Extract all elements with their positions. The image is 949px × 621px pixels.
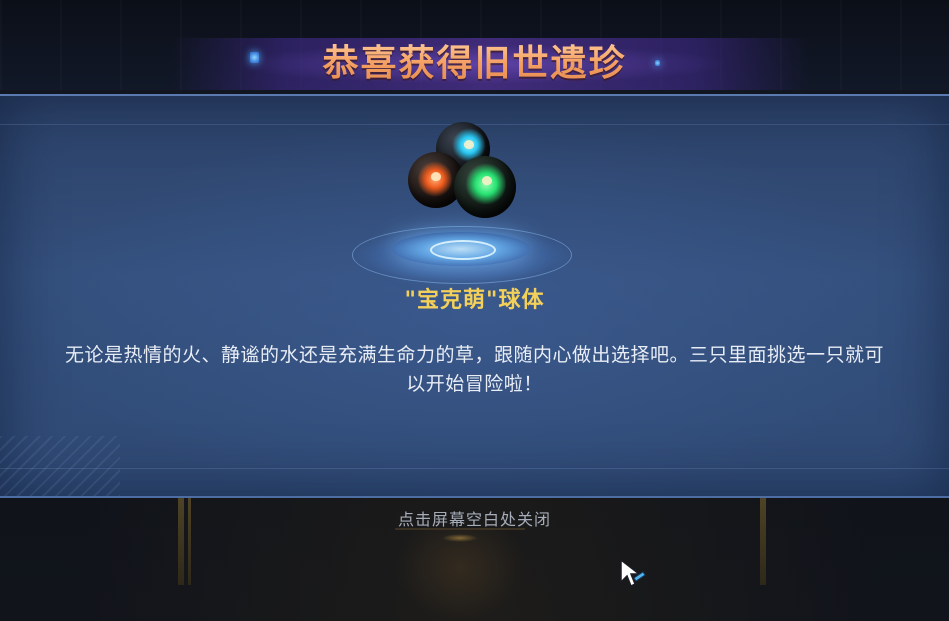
background-pillar-right <box>760 490 766 585</box>
dialog-title: 恭喜获得旧世遗珍 <box>0 34 949 86</box>
background-lamp <box>442 534 478 542</box>
close-hint-text: 点击屏幕空白处关闭 <box>397 510 551 529</box>
water-orb-paw-icon <box>464 140 474 149</box>
reward-item-name: "宝克萌"球体 <box>404 288 545 313</box>
game-screen[interactable]: 恭喜获得旧世遗珍 恭喜获得旧世遗珍 "宝克萌"球体 无论是热情的火、静谧的水还是… <box>0 0 949 621</box>
panel-hatch-decoration <box>0 436 120 496</box>
background-pillar-left-thin <box>188 490 191 585</box>
panel-divider-bottom <box>0 468 949 469</box>
fire-orb-paw-icon <box>431 172 441 181</box>
grass-orb-paw-icon <box>482 176 492 185</box>
item-pedestal-ring <box>430 240 496 260</box>
reward-description: 无论是热情的火、静谧的水还是充满生命力的草，跟随内心做出选择吧。三只里面挑选一只… <box>64 344 884 395</box>
mouse-cursor-icon <box>620 558 646 588</box>
background-pillar-left <box>178 490 184 585</box>
